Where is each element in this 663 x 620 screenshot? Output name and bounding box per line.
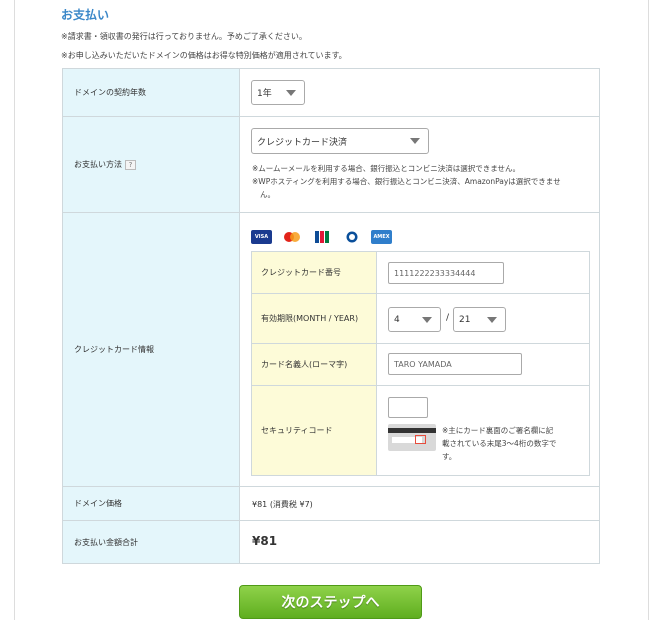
row-method: お支払い方法 ? クレジットカード決済 ※ムームーメールを利用する場合、銀行振込… <box>63 117 599 213</box>
total-value: ¥81 <box>252 534 278 548</box>
expiry-row: 有効期限(MONTH / YEAR) 4 / 21 <box>252 294 589 344</box>
payment-method-value: クレジットカード決済 <box>257 137 348 148</box>
security-code-input[interactable] <box>388 397 428 418</box>
method-note-wp-cont: ん。 <box>260 190 275 199</box>
card-back-image <box>388 424 436 451</box>
card-name-label: カード名義人(ローマ字) <box>252 344 377 385</box>
price-label: ドメイン価格 <box>63 487 240 520</box>
security-note-1: ※主にカード裏面のご署名欄に記 <box>442 426 554 435</box>
payment-table: ドメインの契約年数 1年 お支払い方法 ? クレジットカード決済 ※ムームーメー… <box>62 68 600 564</box>
card-number-input[interactable]: 1111222233334444 <box>388 262 504 284</box>
chevron-down-icon <box>487 316 497 323</box>
row-total: お支払い金額合計 ¥81 <box>63 521 599 563</box>
method-note-wp: ※WPホスティングを利用する場合、銀行振込とコンビニ決済、AmazonPayは選… <box>252 177 561 186</box>
invoice-note: ※請求書・領収書の発行は行っておりません。予めご了承ください。 <box>61 32 307 41</box>
security-note-3: す。 <box>442 452 457 461</box>
card-number-label: クレジットカード番号 <box>252 252 377 293</box>
term-select[interactable]: 1年 <box>251 80 305 105</box>
card-name-row: カード名義人(ローマ字) TARO YAMADA <box>252 344 589 386</box>
security-note-2: 載されている末尾3～4桁の数字で <box>442 439 557 448</box>
term-label: ドメインの契約年数 <box>63 69 240 116</box>
chevron-down-icon <box>422 316 432 323</box>
expiry-month-value: 4 <box>394 314 400 325</box>
row-price: ドメイン価格 ¥81 (消費税 ¥7) <box>63 487 599 521</box>
payment-method-select[interactable]: クレジットカード決済 <box>251 128 429 154</box>
section-title: お支払い <box>61 8 110 22</box>
method-note-mail: ※ムームーメールを利用する場合、銀行振込とコンビニ決済は選択できません。 <box>252 164 521 173</box>
amex-icon: AMEX <box>371 230 392 244</box>
card-name-input[interactable]: TARO YAMADA <box>388 353 522 375</box>
help-icon[interactable]: ? <box>125 159 136 170</box>
chevron-down-icon <box>410 138 420 144</box>
expiry-month-select[interactable]: 4 <box>388 307 441 332</box>
visa-icon: VISA <box>251 230 272 244</box>
method-label: お支払い方法 <box>74 160 122 169</box>
price-note: ※お申し込みいただいたドメインの価格はお得な特別価格が適用されています。 <box>61 51 347 60</box>
mastercard-icon <box>281 230 302 244</box>
card-number-row: クレジットカード番号 1111222233334444 <box>252 252 589 294</box>
expiry-year-value: 21 <box>459 314 471 325</box>
next-step-button[interactable]: 次のステップへ <box>239 585 422 619</box>
total-label: お支払い金額合計 <box>63 521 240 563</box>
security-code-row: セキュリティコード ※主にカード裏面のご署名欄に記 載されている末尾3～4桁の数… <box>252 386 589 475</box>
diners-icon <box>341 230 362 244</box>
chevron-down-icon <box>286 89 296 96</box>
method-label-cell: お支払い方法 ? <box>63 117 240 212</box>
price-value: ¥81 (消費税 ¥7) <box>252 500 313 509</box>
jcb-icon <box>311 230 332 244</box>
security-code-label: セキュリティコード <box>252 386 377 475</box>
card-details-table: クレジットカード番号 1111222233334444 有効期限(MONTH /… <box>251 251 590 476</box>
expiry-year-select[interactable]: 21 <box>453 307 506 332</box>
row-card: クレジットカード情報 VISA AMEX クレジットカード番号 11112222… <box>63 213 599 487</box>
card-label: クレジットカード情報 <box>63 213 240 486</box>
row-term: ドメインの契約年数 1年 <box>63 69 599 117</box>
term-select-value: 1年 <box>257 89 272 99</box>
expiry-slash: / <box>446 313 450 323</box>
card-brand-logos: VISA AMEX <box>251 230 392 244</box>
expiry-label: 有効期限(MONTH / YEAR) <box>252 294 377 343</box>
